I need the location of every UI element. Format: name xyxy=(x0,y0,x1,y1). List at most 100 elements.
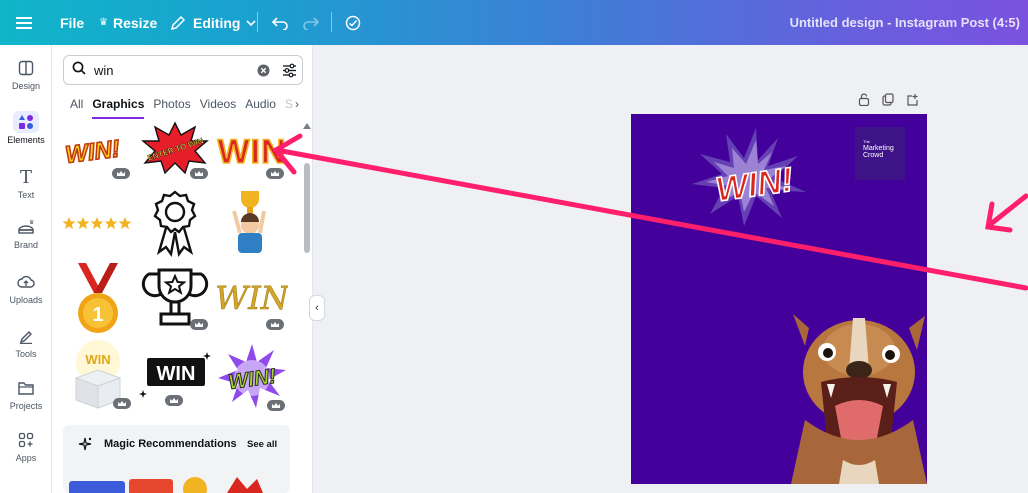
crown-icon xyxy=(190,319,208,330)
sidebar-item-label: Uploads xyxy=(9,295,43,305)
chevron-left-icon: ‹ xyxy=(315,302,319,314)
win-sticker[interactable]: WIN! xyxy=(686,122,816,232)
graphic-trophy-outline[interactable] xyxy=(139,264,211,330)
top-toolbar: File ♛ Resize Editing Untitled design - … xyxy=(0,0,1028,45)
graphic-text: WIN xyxy=(157,363,196,385)
graphic-enter-to-win[interactable]: ENTER TO WIN xyxy=(139,121,211,181)
graphic-win-black-banner[interactable]: WIN xyxy=(139,350,211,410)
scroll-up-icon[interactable] xyxy=(303,123,311,129)
sidebar-item-design[interactable]: Design xyxy=(0,57,52,91)
sidebar-item-tools[interactable]: Tools xyxy=(0,325,52,359)
sidebar-item-label: Brand xyxy=(13,240,39,250)
pencil-icon xyxy=(170,15,186,31)
recommendation-strip[interactable] xyxy=(67,473,287,493)
design-page[interactable]: WIN! The Marketing Crowd xyxy=(631,114,927,484)
search-icon xyxy=(72,61,86,80)
resize-button[interactable]: ♛ Resize xyxy=(99,0,157,45)
sidebar-item-uploads[interactable]: Uploads xyxy=(0,271,52,305)
editing-mode-button[interactable]: Editing xyxy=(170,0,257,45)
tab-audio[interactable]: Audio xyxy=(245,97,276,119)
file-menu-button[interactable]: File xyxy=(60,0,84,45)
folder-icon xyxy=(15,377,37,399)
graphic-text: WIN! xyxy=(64,135,122,168)
crown-icon xyxy=(113,398,131,409)
chevron-right-icon[interactable]: › xyxy=(295,97,299,119)
brand-logo[interactable]: The Marketing Crowd xyxy=(855,127,905,180)
left-sidebar: Design Elements T Text ♛ Brand Uploads T… xyxy=(0,45,52,493)
logo-small-text: The xyxy=(863,139,870,144)
tab-graphics[interactable]: Graphics xyxy=(92,97,145,119)
brand-icon: ♛ xyxy=(15,216,37,238)
annotation-arrow-short xyxy=(989,193,1028,226)
crown-icon xyxy=(112,168,130,179)
undo-icon[interactable] xyxy=(272,0,288,45)
apps-icon xyxy=(15,429,37,451)
shapes-icon xyxy=(13,111,39,133)
text-icon: T xyxy=(19,166,32,188)
category-tabs: All Graphics Photos Videos Audio S › xyxy=(70,97,308,119)
graphic-win-yellow[interactable]: WIN! xyxy=(62,125,134,185)
crown-icon xyxy=(266,319,284,330)
graphic-text: WIN xyxy=(85,352,110,367)
duplicate-page-icon[interactable] xyxy=(882,93,894,111)
clear-search-icon[interactable] xyxy=(257,64,270,82)
sidebar-item-label: Apps xyxy=(15,453,37,463)
tab-photos[interactable]: Photos xyxy=(153,97,190,119)
scroll-thumb[interactable] xyxy=(304,163,310,253)
filter-icon[interactable] xyxy=(282,63,297,83)
page-toolbar xyxy=(858,93,919,111)
sidebar-item-brand[interactable]: ♛ Brand xyxy=(0,216,52,250)
search-input[interactable] xyxy=(94,62,244,78)
elements-panel: All Graphics Photos Videos Audio S › WIN… xyxy=(52,45,313,493)
sidebar-item-text[interactable]: T Text xyxy=(0,166,52,201)
chevron-down-icon xyxy=(246,19,257,27)
svg-text:♛: ♛ xyxy=(29,219,34,226)
dog-photo[interactable] xyxy=(791,310,927,484)
graphic-gold-medal[interactable]: 1 xyxy=(62,263,134,333)
pen-icon xyxy=(15,325,37,347)
magic-recommendations: Magic Recommendations See all xyxy=(63,425,290,493)
graphic-win-gift-box[interactable]: WIN xyxy=(62,340,134,409)
redo-icon[interactable] xyxy=(303,0,319,45)
sidebar-item-apps[interactable]: Apps xyxy=(0,429,52,463)
file-label: File xyxy=(60,14,85,31)
graphic-award-ribbon[interactable] xyxy=(139,190,211,258)
logo-text: Marketing Crowd xyxy=(863,145,894,159)
layout-icon xyxy=(15,57,37,79)
graphic-text: WIN xyxy=(217,133,286,171)
crown-icon: ♛ xyxy=(99,17,108,28)
crown-icon xyxy=(266,168,284,179)
graphic-text: 1 xyxy=(92,304,103,326)
magic-recommendations-title: Magic Recommendations xyxy=(104,438,237,450)
document-title[interactable]: Untitled design - Instagram Post (4:5) xyxy=(790,0,1020,45)
sparkle-icon xyxy=(77,436,93,457)
tab-all[interactable]: All xyxy=(70,97,83,119)
graphic-win-comic-green[interactable]: WIN! xyxy=(216,342,288,411)
hamburger-icon[interactable] xyxy=(16,0,34,45)
crown-icon xyxy=(267,400,285,411)
editing-label: Editing xyxy=(193,14,241,31)
collapse-panel-button[interactable]: ‹ xyxy=(309,295,325,321)
graphic-trophy-kid[interactable] xyxy=(216,185,288,253)
crown-icon xyxy=(190,168,208,179)
sidebar-item-elements[interactable]: Elements xyxy=(0,111,52,145)
cloud-upload-icon xyxy=(15,271,37,293)
crown-icon xyxy=(165,395,183,406)
sidebar-item-label: Elements xyxy=(7,135,45,145)
sidebar-item-label: Projects xyxy=(9,401,43,411)
cloud-saved-icon[interactable] xyxy=(344,0,362,45)
lock-icon[interactable] xyxy=(858,93,870,111)
sidebar-item-label: Tools xyxy=(15,349,37,359)
graphic-win-marquee[interactable]: WIN xyxy=(216,123,288,183)
graphic-text: WIN xyxy=(216,279,288,317)
tab-more[interactable]: S xyxy=(285,97,293,119)
sidebar-item-label: Text xyxy=(17,190,35,200)
sidebar-item-projects[interactable]: Projects xyxy=(0,377,52,411)
graphic-five-stars[interactable] xyxy=(62,193,134,253)
toolbar-divider xyxy=(331,12,332,32)
search-box[interactable] xyxy=(63,55,303,85)
add-page-icon[interactable] xyxy=(906,93,919,111)
see-all-link[interactable]: See all xyxy=(247,439,277,450)
graphic-win-gold-script[interactable]: WIN xyxy=(215,271,290,331)
tab-videos[interactable]: Videos xyxy=(200,97,236,119)
